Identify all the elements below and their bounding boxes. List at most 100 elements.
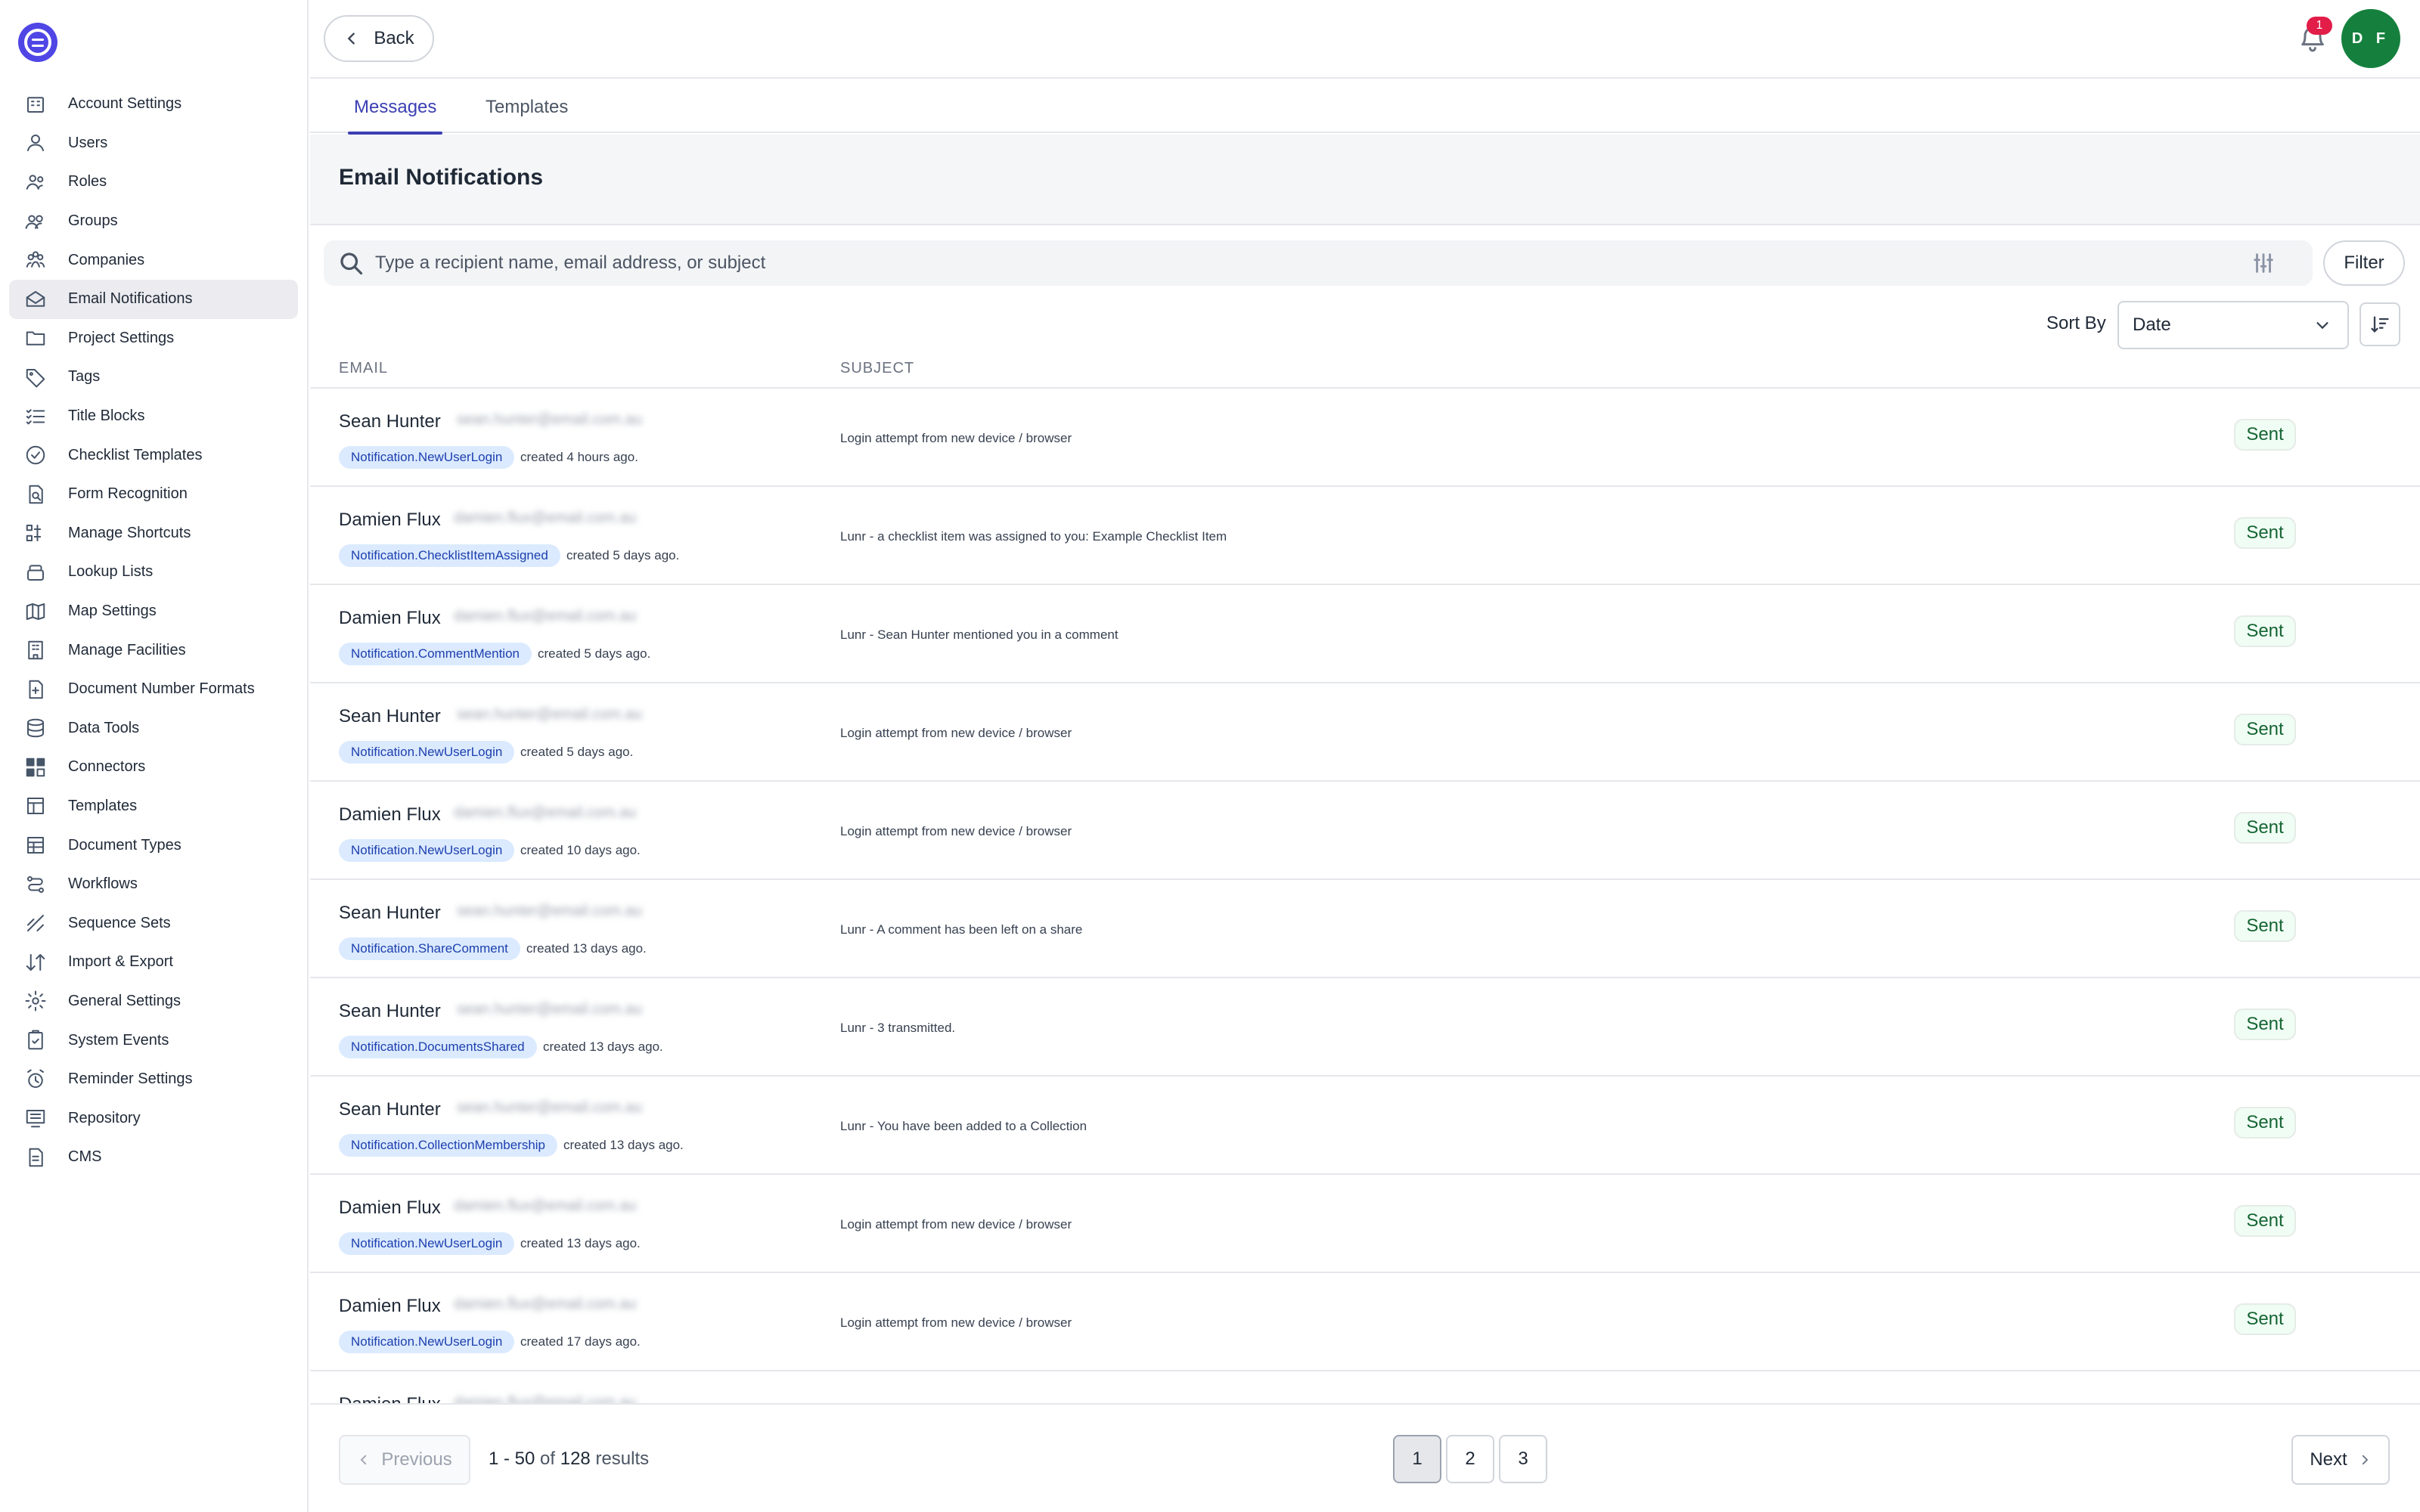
group-icon bbox=[24, 210, 47, 233]
sidebar-item-form-recognition[interactable]: Form Recognition bbox=[9, 475, 298, 514]
recipient-email: sean.hunter@email.com.au bbox=[457, 706, 642, 723]
column-header-email: EMAIL bbox=[339, 360, 389, 376]
page-button-3[interactable]: 3 bbox=[1499, 1435, 1547, 1483]
created-time: created 13 days ago. bbox=[543, 1040, 663, 1054]
sidebar-item-groups[interactable]: Groups bbox=[9, 202, 298, 241]
table-row[interactable]: Damien Flux damien.flux@email.com.au Notif… bbox=[310, 1273, 2420, 1371]
notification-type-badge: Notification.NewUserLogin bbox=[339, 1232, 515, 1255]
sidebar-item-label: Users bbox=[68, 134, 108, 151]
search-bar bbox=[324, 240, 2313, 286]
recipient-email: damien.flux@email.com.au bbox=[454, 608, 637, 624]
recipient-name: Sean Hunter bbox=[339, 1001, 441, 1021]
results-total: 128 bbox=[560, 1448, 591, 1469]
sidebar-item-account-settings[interactable]: Account Settings bbox=[9, 85, 298, 124]
tab-templates[interactable]: Templates bbox=[486, 97, 568, 133]
sidebar-item-email-notifications[interactable]: Email Notifications bbox=[9, 279, 298, 319]
sidebar-item-label: System Events bbox=[68, 1031, 169, 1049]
sidebar-item-general-settings[interactable]: General Settings bbox=[9, 982, 298, 1021]
tab-messages[interactable]: Messages bbox=[347, 97, 443, 135]
sidebar-item-manage-shortcuts[interactable]: Manage Shortcuts bbox=[9, 514, 298, 553]
tag-icon bbox=[24, 366, 47, 389]
table-row[interactable]: Sean Hunter sean.hunter@email.com.au Notif… bbox=[310, 1077, 2420, 1175]
sidebar-item-label: Sequence Sets bbox=[68, 914, 171, 931]
sidebar-item-checklist-templates[interactable]: Checklist Templates bbox=[9, 435, 298, 475]
email-subject: Login attempt from new device / browser bbox=[840, 1217, 1072, 1232]
email-subject: Lunr - A comment has been left on a shar… bbox=[840, 922, 1083, 937]
table-row[interactable]: Damien Flux damien.flux@email.com.au Notif… bbox=[310, 487, 2420, 585]
filter-button[interactable]: Filter bbox=[2323, 240, 2405, 286]
table-row[interactable]: Damien Flux damien.flux@email.com.au bbox=[310, 1371, 2420, 1403]
notification-type-badge: Notification.ShareComment bbox=[339, 937, 520, 960]
sidebar-item-repository[interactable]: Repository bbox=[9, 1098, 298, 1138]
table-row[interactable]: Sean Hunter sean.hunter@email.com.au Notif… bbox=[310, 978, 2420, 1077]
folder-icon bbox=[24, 327, 47, 349]
chevron-down-icon bbox=[2316, 322, 2328, 330]
sidebar-item-title-blocks[interactable]: Title Blocks bbox=[9, 397, 298, 436]
status-badge: Sent bbox=[2234, 910, 2296, 942]
companies-icon bbox=[24, 249, 47, 271]
results-summary: 1 - 50 of 128 results bbox=[489, 1448, 649, 1470]
search-input[interactable] bbox=[375, 253, 2251, 274]
sidebar-item-label: Form Recognition bbox=[68, 485, 188, 503]
table-row[interactable]: Sean Hunter sean.hunter@email.com.au Notif… bbox=[310, 389, 2420, 487]
sort-direction-button[interactable] bbox=[2360, 302, 2400, 346]
sidebar-item-project-settings[interactable]: Project Settings bbox=[9, 319, 298, 358]
recipient-email: sean.hunter@email.com.au bbox=[457, 411, 642, 428]
sidebar-item-companies[interactable]: Companies bbox=[9, 240, 298, 280]
list-check-icon bbox=[24, 405, 47, 428]
recipient-email: damien.flux@email.com.au bbox=[454, 510, 637, 526]
sidebar-item-workflows[interactable]: Workflows bbox=[9, 865, 298, 904]
roles-icon bbox=[24, 171, 47, 194]
page-button-1[interactable]: 1 bbox=[1393, 1435, 1441, 1483]
back-button[interactable]: Back bbox=[324, 15, 434, 62]
sidebar-item-system-events[interactable]: System Events bbox=[9, 1021, 298, 1060]
sort-descending-icon bbox=[2371, 316, 2389, 333]
next-page-button[interactable]: Next bbox=[2291, 1435, 2390, 1485]
recipient-name: Sean Hunter bbox=[339, 1099, 441, 1120]
table-row[interactable]: Damien Flux damien.flux@email.com.au Notif… bbox=[310, 782, 2420, 880]
table-row[interactable]: Sean Hunter sean.hunter@email.com.au Notif… bbox=[310, 880, 2420, 978]
sidebar-item-document-number-formats[interactable]: Document Number Formats bbox=[9, 670, 298, 709]
sidebar-item-document-types[interactable]: Document Types bbox=[9, 826, 298, 865]
envelope-icon bbox=[24, 288, 47, 311]
import-export-icon bbox=[24, 951, 47, 974]
results-of: of bbox=[540, 1448, 556, 1469]
check-circle-icon bbox=[24, 444, 47, 466]
created-time: created 10 days ago. bbox=[520, 843, 641, 857]
user-avatar[interactable]: D F bbox=[2341, 9, 2400, 68]
recipient-name: Sean Hunter bbox=[339, 903, 441, 923]
recipient-email: damien.flux@email.com.au bbox=[454, 804, 637, 821]
page-button-2[interactable]: 2 bbox=[1446, 1435, 1494, 1483]
sliders-icon[interactable] bbox=[2251, 250, 2276, 276]
sidebar-item-label: General Settings bbox=[68, 992, 181, 1009]
table-row[interactable]: Sean Hunter sean.hunter@email.com.au Notif… bbox=[310, 683, 2420, 782]
table-row[interactable]: Damien Flux damien.flux@email.com.au Notif… bbox=[310, 585, 2420, 683]
notification-type-badge: Notification.NewUserLogin bbox=[339, 446, 515, 469]
status-badge: Sent bbox=[2234, 419, 2296, 451]
sidebar-item-label: Title Blocks bbox=[68, 407, 145, 425]
sidebar-item-users[interactable]: Users bbox=[9, 124, 298, 163]
sidebar-item-data-tools[interactable]: Data Tools bbox=[9, 709, 298, 748]
sort-select[interactable]: Date bbox=[2118, 301, 2349, 349]
table-row[interactable]: Damien Flux damien.flux@email.com.au Notif… bbox=[310, 1175, 2420, 1273]
sidebar-item-connectors[interactable]: Connectors bbox=[9, 748, 298, 787]
sidebar-item-lookup-lists[interactable]: Lookup Lists bbox=[9, 553, 298, 592]
sidebar-item-templates[interactable]: Templates bbox=[9, 787, 298, 826]
sidebar-item-cms[interactable]: CMS bbox=[9, 1138, 298, 1177]
sidebar-item-map-settings[interactable]: Map Settings bbox=[9, 592, 298, 631]
sidebar-item-sequence-sets[interactable]: Sequence Sets bbox=[9, 903, 298, 943]
app-logo[interactable] bbox=[18, 23, 57, 62]
email-subject: Login attempt from new device / browser bbox=[840, 824, 1072, 838]
status-badge: Sent bbox=[2234, 714, 2296, 745]
sidebar-item-label: Roles bbox=[68, 173, 107, 191]
sidebar-item-manage-facilities[interactable]: Manage Facilities bbox=[9, 631, 298, 670]
sidebar-item-reminder-settings[interactable]: Reminder Settings bbox=[9, 1060, 298, 1099]
sidebar-item-import-export[interactable]: Import & Export bbox=[9, 943, 298, 982]
email-subject: Login attempt from new device / browser bbox=[840, 1315, 1072, 1330]
status-badge: Sent bbox=[2234, 812, 2296, 844]
search-icon bbox=[340, 253, 363, 275]
doc-search-icon bbox=[24, 483, 47, 506]
sidebar-item-roles[interactable]: Roles bbox=[9, 163, 298, 202]
sidebar-item-tags[interactable]: Tags bbox=[9, 358, 298, 397]
previous-page-button[interactable]: Previous bbox=[339, 1435, 470, 1485]
